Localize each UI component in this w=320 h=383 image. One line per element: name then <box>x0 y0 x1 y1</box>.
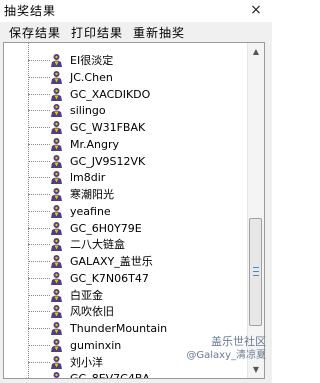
watermark: 盖乐世社区 @Galaxy_清凉夏 <box>154 335 266 373</box>
close-button[interactable]: × <box>244 0 268 20</box>
tree-item-label: 刘小洋 <box>70 355 103 369</box>
tree-item[interactable]: 二八大链盒 <box>4 236 249 253</box>
tree-item[interactable]: GC_6H0Y79E <box>4 220 249 237</box>
person-icon <box>51 338 62 352</box>
tree-branch-line <box>28 76 50 78</box>
menu-bar: 保存结果 打印结果 重新抽奖 <box>0 22 272 42</box>
tree-branch-line <box>28 210 50 212</box>
tree-item-label: GC_8EV7C4BA <box>70 370 150 378</box>
tree-item[interactable]: GALAXY_盖世乐 <box>4 253 249 270</box>
tree-item[interactable]: 寒潮阳光 <box>4 186 249 203</box>
watermark-line-2: @Galaxy_清凉夏 <box>186 350 266 361</box>
tree-branch-line <box>28 60 50 61</box>
tree-item[interactable]: JC.Chen <box>4 69 249 86</box>
person-icon <box>51 355 62 369</box>
person-icon <box>51 288 62 302</box>
person-icon <box>51 54 62 67</box>
tree-branch-line <box>28 110 50 112</box>
tree-branch-line <box>28 344 50 346</box>
tree-item[interactable]: GC_K7N06T47 <box>4 270 249 287</box>
tree-item[interactable]: GC_JV9S12VK <box>4 153 249 170</box>
result-window: 抽奖结果 × 保存结果 打印结果 重新抽奖 EI很淡定 JC.Chen GC_XAC… <box>0 0 272 383</box>
tree-item-label: JC.Chen <box>70 70 113 84</box>
person-icon <box>51 188 62 201</box>
tree-item[interactable]: EI很淡定 <box>4 52 249 69</box>
tree-item[interactable]: 风吹依旧 <box>4 303 249 320</box>
person-icon <box>53 372 60 378</box>
tree-item[interactable]: GC_W31FBAK <box>4 119 249 136</box>
person-icon <box>51 221 62 235</box>
person-icon <box>51 238 62 252</box>
person-icon <box>51 154 62 168</box>
thumb-grip-line <box>253 267 259 268</box>
tree-branch-line <box>28 328 50 329</box>
tree-item[interactable]: yeafine <box>4 203 249 220</box>
tree-item-label: 二八大链盒 <box>70 238 125 252</box>
tree-item-label: GC_JV9S12VK <box>70 154 146 168</box>
tree-branch-line <box>28 177 50 179</box>
tree-item-label: ThunderMountain <box>70 322 168 335</box>
tree-item[interactable]: Mr.Angry <box>4 136 249 153</box>
winners-tree-panel: EI很淡定 JC.Chen GC_XACDIKDOsilingo GC_W31FBAK… <box>3 42 265 379</box>
tree-item[interactable]: GC_XACDIKDO <box>4 86 249 103</box>
tree-branch-line <box>28 227 50 229</box>
person-icon <box>51 322 62 335</box>
tree-branch-line <box>28 294 50 296</box>
person-icon <box>51 171 62 185</box>
person-icon <box>51 305 62 319</box>
thumb-grip-line <box>253 275 259 276</box>
tree-branch-line <box>28 127 50 128</box>
person-icon <box>51 121 62 134</box>
tree-item-label: GALAXY_盖世乐 <box>70 255 153 268</box>
tree-branch-line <box>28 261 50 262</box>
tree-branch-line <box>28 277 50 279</box>
tree-branch-line <box>28 143 50 145</box>
tree-item[interactable]: 白亚金 <box>4 287 249 304</box>
person-icon <box>51 255 62 268</box>
person-icon <box>51 87 62 101</box>
menu-redraw[interactable]: 重新抽奖 <box>133 24 185 41</box>
menu-print-results[interactable]: 打印结果 <box>71 24 123 41</box>
tree-branch-line <box>28 194 50 195</box>
person-icon <box>51 204 62 218</box>
tree-item[interactable]: silingo <box>4 102 249 119</box>
tree-branch-line <box>28 361 50 363</box>
person-icon <box>51 137 62 151</box>
vertical-scrollbar[interactable]: ▲ ▼ <box>247 43 264 378</box>
person-icon <box>51 271 62 285</box>
tree-item-label: Mr.Angry <box>70 137 120 151</box>
tree-item-label: yeafine <box>70 204 111 218</box>
tree-item-label: GC_W31FBAK <box>70 121 146 134</box>
person-icon <box>51 104 62 118</box>
tree-branch-line <box>28 160 50 162</box>
tree-item-label: GC_6H0Y79E <box>70 221 142 235</box>
watermark-line-1: 盖乐世社区 <box>211 335 266 348</box>
tree-branch-line <box>28 93 50 95</box>
tree-item-label: silingo <box>70 104 106 118</box>
tree-item-label: GC_XACDIKDO <box>70 87 151 101</box>
title-bar: 抽奖结果 × <box>0 0 272 22</box>
thumb-grip-line <box>253 271 259 272</box>
tree-item-label: 风吹依旧 <box>70 305 114 319</box>
tree-item-label: GC_K7N06T47 <box>70 271 149 285</box>
scroll-up-arrow-icon[interactable]: ▲ <box>248 43 264 60</box>
tree-branch-line <box>28 244 50 246</box>
window-title: 抽奖结果 <box>4 4 57 18</box>
tree-item-label: lm8dir <box>70 171 106 185</box>
tree-branch-line <box>28 311 50 313</box>
scrollbar-thumb[interactable] <box>249 218 262 326</box>
tree-item-label: 白亚金 <box>70 288 103 302</box>
tree-item-label: 寒潮阳光 <box>70 188 114 201</box>
person-icon <box>51 70 62 84</box>
winners-tree[interactable]: EI很淡定 JC.Chen GC_XACDIKDOsilingo GC_W31FBAK… <box>4 43 249 378</box>
tree-item[interactable]: lm8dir <box>4 169 249 186</box>
tree-item-label: guminxin <box>70 338 122 352</box>
tree-item-label: EI很淡定 <box>70 54 114 67</box>
menu-save-results[interactable]: 保存结果 <box>9 24 61 41</box>
